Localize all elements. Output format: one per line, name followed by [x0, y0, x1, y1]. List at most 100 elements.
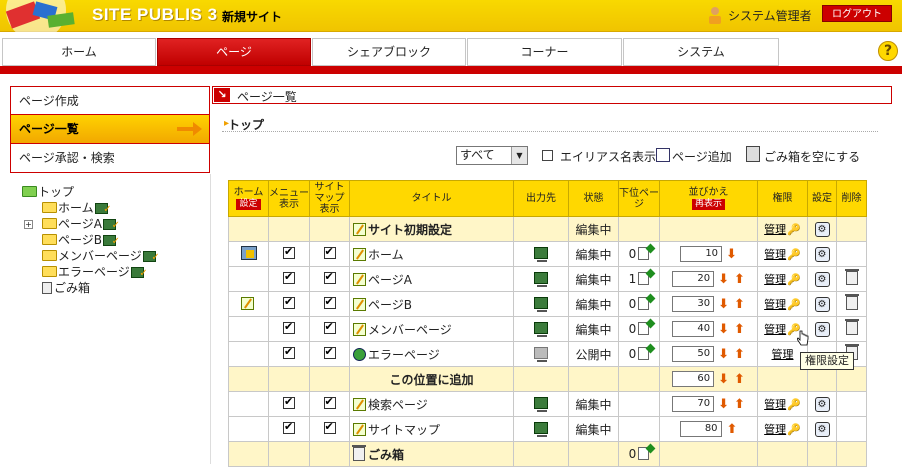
order-input[interactable]: 10: [680, 246, 723, 262]
order-input[interactable]: 60: [672, 371, 715, 387]
arrow-up-icon[interactable]: ⬆: [734, 397, 745, 412]
tab-page[interactable]: ページ: [157, 38, 311, 66]
settings-icon[interactable]: ⚙: [814, 247, 830, 262]
children-cell[interactable]: 0: [618, 316, 660, 342]
settings-icon[interactable]: ⚙: [814, 422, 830, 437]
filter-select[interactable]: すべて ▼: [456, 146, 528, 165]
menu-checkbox[interactable]: [283, 345, 295, 359]
arrow-down-icon[interactable]: ⬇: [718, 297, 729, 312]
page-title-cell[interactable]: ホーム: [349, 241, 514, 267]
sidebar-item-page-list[interactable]: ページ一覧: [10, 115, 210, 144]
tree-node-trash[interactable]: ごみ箱: [42, 280, 90, 296]
settings-icon[interactable]: ⚙: [814, 322, 830, 337]
permission-link[interactable]: 管理: [764, 323, 786, 336]
sitemap-checkbox[interactable]: [323, 320, 336, 334]
tree-node-top[interactable]: トップ: [22, 184, 74, 200]
menu-checkbox[interactable]: [283, 245, 295, 259]
arrow-down-icon[interactable]: ⬇: [718, 397, 729, 412]
children-cell[interactable]: 0: [618, 341, 660, 367]
sitemap-checkbox[interactable]: [323, 395, 336, 409]
tab-home[interactable]: ホーム: [2, 38, 156, 66]
children-cell[interactable]: 1: [618, 266, 660, 292]
sitemap-checkbox[interactable]: [323, 245, 336, 259]
tree-node-member-page[interactable]: メンバーページ: [42, 248, 160, 266]
sitemap-checkbox[interactable]: [323, 420, 336, 434]
trash-icon[interactable]: [746, 146, 760, 162]
page-title-cell[interactable]: 検索ページ: [349, 391, 514, 417]
sidebar-item-approve-search[interactable]: ページ承認・検索: [10, 144, 210, 173]
edit-icon: [353, 397, 366, 411]
page-title-cell[interactable]: ページA: [349, 266, 514, 292]
permission-link[interactable]: 管理: [764, 248, 786, 261]
tab-share-block[interactable]: シェアブロック: [312, 38, 466, 66]
sitemap-checkbox[interactable]: [323, 270, 336, 284]
trash-icon[interactable]: [844, 268, 859, 285]
arrow-up-icon[interactable]: ⬆: [727, 422, 738, 437]
children-cell[interactable]: 0: [618, 441, 660, 467]
arrow-down-icon[interactable]: ⬇: [718, 272, 729, 287]
arrow-down-icon[interactable]: ⬇: [718, 347, 729, 362]
menu-checkbox[interactable]: [283, 395, 295, 409]
arrow-down-icon[interactable]: ⬇: [718, 322, 729, 337]
add-page-link[interactable]: ページ追加: [672, 148, 732, 165]
key-icon: 🔑: [787, 223, 801, 236]
sitemap-checkbox[interactable]: [323, 345, 336, 359]
page-title-cell[interactable]: メンバーページ: [349, 316, 514, 342]
arrow-up-icon[interactable]: ⬆: [734, 372, 745, 387]
tree-node-page-b[interactable]: ページB: [42, 232, 120, 250]
help-icon[interactable]: ?: [878, 41, 898, 61]
tab-system[interactable]: システム: [623, 38, 779, 66]
alias-checkbox[interactable]: [542, 150, 553, 161]
arrow-down-icon[interactable]: ⬇: [718, 372, 729, 387]
sitemap-checkbox[interactable]: [323, 295, 336, 309]
menu-checkbox[interactable]: [283, 270, 295, 284]
trash-icon[interactable]: [844, 318, 859, 335]
order-input[interactable]: 50: [672, 346, 715, 362]
arrow-up-icon[interactable]: ⬆: [734, 322, 745, 337]
tree-node-page-a[interactable]: + ページA: [24, 216, 120, 234]
settings-icon[interactable]: ⚙: [814, 222, 830, 237]
permission-link[interactable]: 管理: [764, 298, 786, 311]
tab-corner[interactable]: コーナー: [467, 38, 622, 66]
arrow-up-icon[interactable]: ⬆: [734, 297, 745, 312]
arrow-up-icon[interactable]: ⬆: [734, 272, 745, 287]
page-title-cell[interactable]: ページB: [349, 291, 514, 317]
children-cell[interactable]: 0: [618, 291, 660, 317]
trash-icon[interactable]: [844, 293, 859, 310]
order-input[interactable]: 40: [672, 321, 715, 337]
settings-icon[interactable]: ⚙: [814, 297, 830, 312]
settings-icon[interactable]: ⚙: [814, 397, 830, 412]
empty-trash-link[interactable]: ごみ箱を空にする: [764, 148, 860, 165]
sidebar-item-create-page[interactable]: ページ作成: [10, 86, 210, 115]
settings-icon[interactable]: ⚙: [814, 272, 830, 287]
add-page-icon[interactable]: [656, 148, 670, 162]
menu-checkbox[interactable]: [283, 320, 295, 334]
expand-icon[interactable]: +: [24, 220, 33, 229]
page-title-cell[interactable]: サイト初期設定: [349, 216, 514, 242]
refresh-sort-button[interactable]: 再表示: [691, 199, 725, 210]
order-input[interactable]: 30: [672, 296, 715, 312]
menu-checkbox[interactable]: [283, 295, 295, 309]
order-input[interactable]: 80: [679, 421, 722, 437]
status-cell: 編集中: [568, 291, 619, 317]
page-title-cell[interactable]: エラーページ: [349, 341, 514, 367]
order-input[interactable]: 20: [672, 271, 715, 287]
trash-row-title[interactable]: ごみ箱: [349, 441, 514, 467]
page-title-cell[interactable]: サイトマップ: [349, 416, 514, 442]
computer-icon: [142, 250, 160, 266]
permission-link[interactable]: 管理: [764, 398, 786, 411]
menu-checkbox[interactable]: [283, 420, 295, 434]
logout-button[interactable]: ログアウト: [822, 5, 892, 22]
tree-node-error-page[interactable]: エラーページ: [42, 264, 148, 282]
tree-node-home[interactable]: ホーム: [42, 200, 112, 218]
order-input[interactable]: 70: [672, 396, 715, 412]
add-here-cell[interactable]: この位置に追加: [349, 366, 514, 392]
permission-link[interactable]: 管理: [764, 423, 786, 436]
children-cell[interactable]: 0: [618, 241, 660, 267]
arrow-up-icon[interactable]: ⬆: [734, 347, 745, 362]
arrow-down-icon[interactable]: ⬇: [726, 247, 737, 262]
permission-link[interactable]: 管理: [772, 348, 794, 361]
permission-link[interactable]: 管理: [764, 223, 786, 236]
permission-link[interactable]: 管理: [764, 273, 786, 286]
home-setting-button[interactable]: 設定: [236, 199, 261, 210]
